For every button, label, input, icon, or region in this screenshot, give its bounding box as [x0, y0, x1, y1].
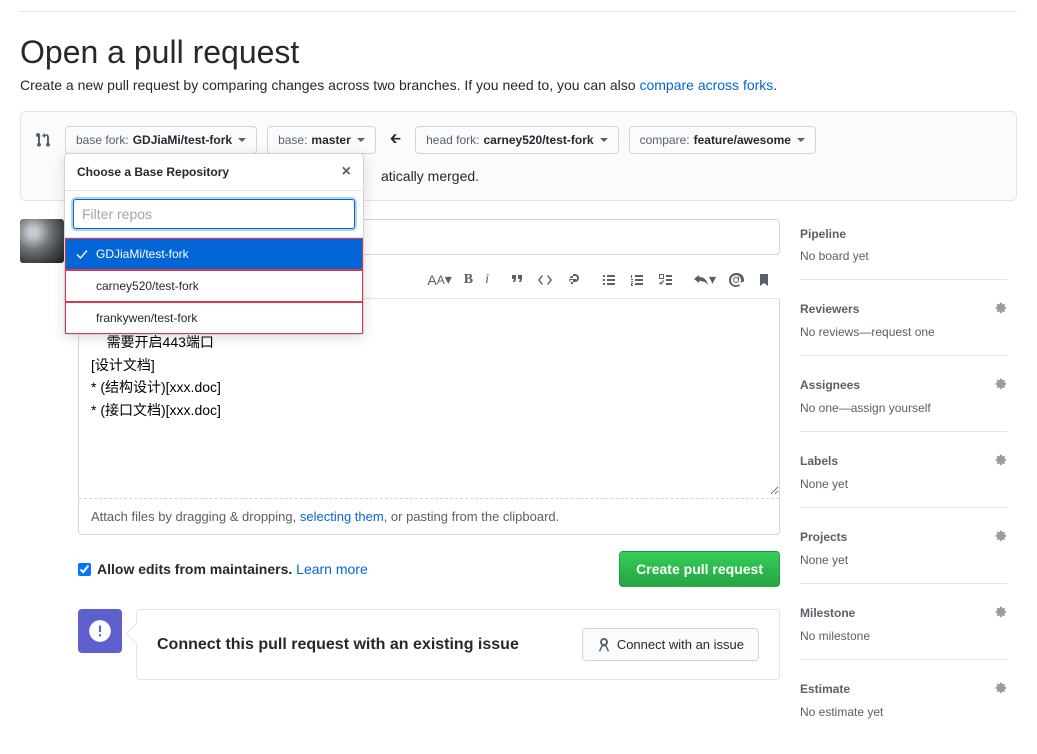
text-size-icon[interactable]: AA▾ [427, 271, 451, 288]
sidebar-pipeline-title: Pipeline [800, 227, 846, 241]
bookmark-icon[interactable] [756, 271, 772, 288]
sidebar-pipeline-body: No board yet [800, 249, 1007, 263]
allow-edits-checkbox[interactable] [78, 563, 91, 576]
sidebar-estimate-title: Estimate [800, 682, 850, 696]
gear-icon[interactable] [993, 452, 1007, 469]
close-icon[interactable]: × [342, 164, 351, 180]
link-icon[interactable] [565, 272, 581, 288]
base-branch-selector[interactable]: base: master [267, 126, 376, 154]
sidebar-labels-body: None yet [800, 477, 1007, 491]
caret-down-icon [797, 138, 805, 142]
select-files-link[interactable]: selecting them [300, 509, 384, 524]
connect-issue-card: Connect this pull request with an existi… [136, 609, 780, 680]
ol-list-icon[interactable] [629, 272, 645, 288]
sidebar-estimate-body: No estimate yet [800, 705, 1007, 719]
issue-connect-icon [78, 609, 122, 653]
connect-issue-button[interactable]: Connect with an issue [582, 628, 759, 661]
page-subtitle: Create a new pull request by comparing c… [20, 77, 1017, 93]
head-fork-selector[interactable]: head fork: carney520/test-fork [415, 126, 618, 154]
top-tab-strip [20, 0, 1017, 12]
sidebar-projects-body: None yet [800, 553, 1007, 567]
merge-status-text: atically merged. [381, 168, 479, 184]
gear-icon[interactable] [993, 680, 1007, 697]
base-fork-selector[interactable]: base fork: GDJiaMi/test-fork [65, 126, 257, 154]
sidebar-projects-title: Projects [800, 530, 847, 544]
gear-icon[interactable] [993, 604, 1007, 621]
sidebar-assignees-body: No one—assign yourself [800, 401, 1007, 415]
sidebar-reviewers-title: Reviewers [800, 302, 859, 316]
repo-option-selected[interactable]: GDJiaMi/test-fork [65, 238, 363, 270]
mention-icon[interactable] [728, 271, 744, 288]
check-icon [76, 248, 88, 263]
gear-icon[interactable] [993, 376, 1007, 393]
user-avatar [20, 219, 64, 263]
repo-option[interactable]: carney520/test-fork [65, 270, 363, 302]
italic-icon[interactable]: i [485, 271, 489, 288]
repo-option[interactable]: frankywen/test-fork [65, 302, 363, 334]
learn-more-link[interactable]: Learn more [296, 561, 368, 577]
compare-branch-selector[interactable]: compare: feature/awesome [629, 126, 816, 154]
bold-icon[interactable]: B [464, 271, 473, 288]
caret-down-icon [238, 138, 246, 142]
sidebar-milestone-body: No milestone [800, 629, 1007, 643]
gear-icon[interactable] [993, 300, 1007, 317]
arrow-left-icon: 🡰 [386, 128, 405, 152]
repo-filter-input[interactable] [73, 199, 355, 229]
allow-edits-option[interactable]: Allow edits from maintainers. Learn more [78, 561, 368, 577]
create-pr-button[interactable]: Create pull request [619, 551, 780, 587]
base-repo-dropdown: Choose a Base Repository × GDJiaMi/test-… [64, 153, 364, 335]
caret-down-icon [600, 138, 608, 142]
ul-list-icon[interactable] [601, 272, 617, 288]
sidebar-milestone-title: Milestone [800, 606, 855, 620]
git-compare-icon [35, 132, 51, 148]
connect-title: Connect this pull request with an existi… [157, 636, 519, 654]
tasklist-icon[interactable] [657, 272, 673, 288]
page-title: Open a pull request [20, 34, 1017, 71]
sidebar-labels-title: Labels [800, 454, 838, 468]
compare-forks-link[interactable]: compare across forks [639, 77, 773, 93]
caret-down-icon [357, 138, 365, 142]
sidebar-reviewers-body: No reviews—request one [800, 325, 1007, 339]
reply-icon[interactable]: ▾ [693, 271, 716, 288]
code-icon[interactable] [537, 272, 553, 288]
quote-icon[interactable] [509, 272, 525, 288]
sidebar-assignees-title: Assignees [800, 378, 860, 392]
gear-icon[interactable] [993, 528, 1007, 545]
dropdown-title: Choose a Base Repository [77, 165, 229, 179]
attach-hint[interactable]: Attach files by dragging & dropping, sel… [79, 498, 779, 534]
